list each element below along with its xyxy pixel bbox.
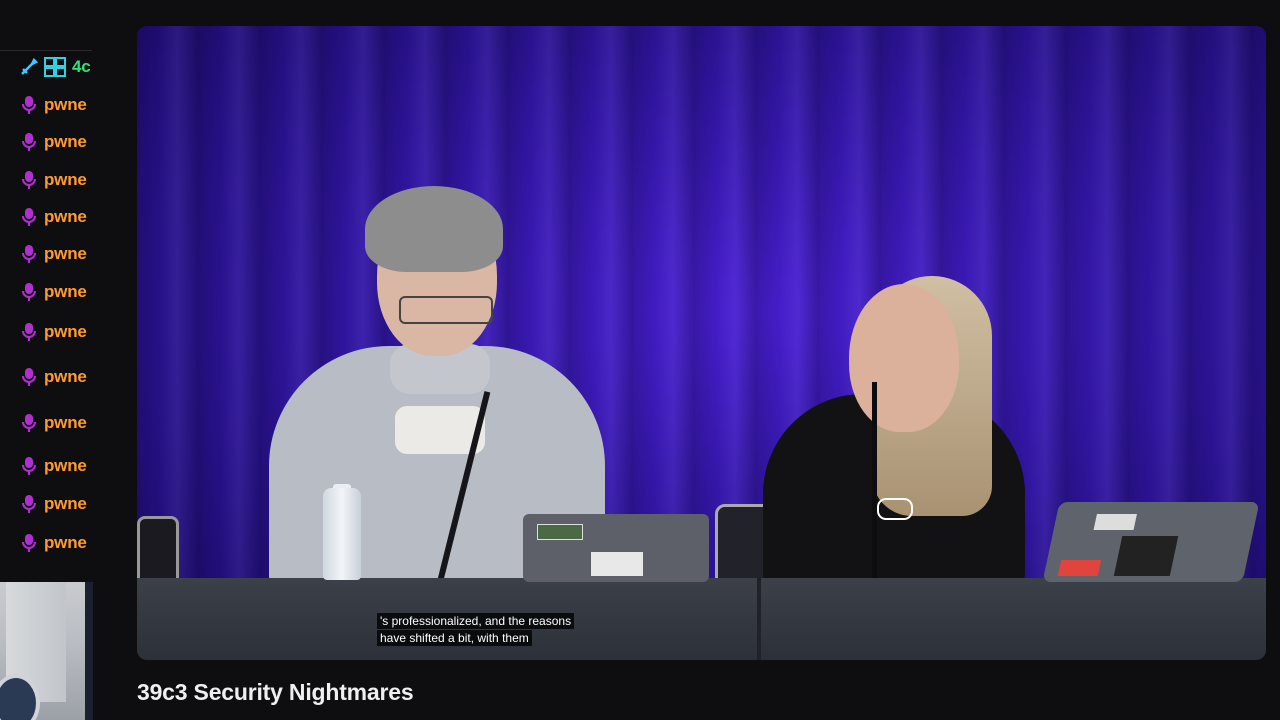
- desk-divider: [757, 578, 761, 660]
- shirt-logo: [877, 498, 913, 520]
- laptop-sticker: [537, 524, 583, 540]
- chat-message[interactable]: pwne: [20, 242, 96, 266]
- chat-message[interactable]: pwne: [20, 492, 96, 516]
- chat-username[interactable]: pwne: [44, 413, 87, 433]
- chat-username[interactable]: pwne: [44, 533, 87, 553]
- chat-username[interactable]: pwne: [44, 494, 87, 514]
- chat-username[interactable]: pwne: [44, 367, 87, 387]
- stage-desk: [137, 578, 1266, 660]
- chat-username[interactable]: pwne: [44, 244, 87, 264]
- webcam-edge: [85, 582, 93, 720]
- subtitle-captions: 's professionalized, and the reasons hav…: [377, 613, 575, 646]
- chat-message[interactable]: pwne: [20, 411, 96, 435]
- laptop-sticker: [1057, 560, 1102, 576]
- laptop-sticker: [1113, 536, 1179, 576]
- chat-message[interactable]: pwne: [20, 93, 96, 117]
- chat-username[interactable]: pwne: [44, 95, 87, 115]
- subtitle-line: have shifted a bit, with them: [377, 630, 532, 646]
- chat-message[interactable]: pwne: [20, 365, 96, 389]
- mic-icon: [22, 96, 36, 114]
- chat-message[interactable]: pwne: [20, 205, 96, 229]
- chat-username[interactable]: 4c: [72, 57, 91, 77]
- chat-divider: [0, 50, 92, 51]
- speaker-1-glasses: [399, 296, 493, 324]
- water-bottle: [323, 488, 361, 580]
- chat-username[interactable]: pwne: [44, 207, 87, 227]
- mic-icon: [22, 495, 36, 513]
- chat-username[interactable]: pwne: [44, 132, 87, 152]
- mic-icon: [22, 368, 36, 386]
- stream-title: 39c3 Security Nightmares: [137, 679, 414, 705]
- chat-message[interactable]: pwne: [20, 130, 96, 154]
- mic-icon: [22, 171, 36, 189]
- mic-icon: [22, 283, 36, 301]
- webcam-overlay: [0, 582, 93, 720]
- chat-message[interactable]: pwne: [20, 320, 96, 344]
- chat-message[interactable]: pwne: [20, 454, 96, 478]
- laptop-sticker: [591, 552, 643, 576]
- microphone: [872, 382, 877, 582]
- speaker-1-hair: [365, 186, 503, 272]
- chat-message[interactable]: pwne: [20, 531, 96, 555]
- chat-username[interactable]: pwne: [44, 456, 87, 476]
- chat-username[interactable]: pwne: [44, 170, 87, 190]
- chat-username[interactable]: pwne: [44, 282, 87, 302]
- chat-username[interactable]: pwne: [44, 322, 87, 342]
- cc-icon: [44, 57, 66, 77]
- mic-icon: [22, 245, 36, 263]
- mic-icon: [22, 208, 36, 226]
- mic-icon: [22, 133, 36, 151]
- laptop: [1042, 502, 1260, 582]
- speaker-2-head: [849, 284, 959, 432]
- mic-icon: [22, 534, 36, 552]
- laptop: [523, 514, 709, 582]
- laptop-sticker: [1093, 514, 1137, 530]
- mic-icon: [22, 414, 36, 432]
- chat-panel: 4c pwne pwne pwne pwne pwne pwne pwne pw…: [0, 0, 96, 580]
- chat-message[interactable]: pwne: [20, 280, 96, 304]
- chat-message[interactable]: 4c: [20, 55, 96, 79]
- chat-message[interactable]: pwne: [20, 168, 96, 192]
- subtitle-line: 's professionalized, and the reasons: [377, 613, 575, 629]
- mic-icon: [22, 323, 36, 341]
- sword-icon: [21, 58, 38, 75]
- video-player[interactable]: [137, 26, 1266, 660]
- mic-icon: [22, 457, 36, 475]
